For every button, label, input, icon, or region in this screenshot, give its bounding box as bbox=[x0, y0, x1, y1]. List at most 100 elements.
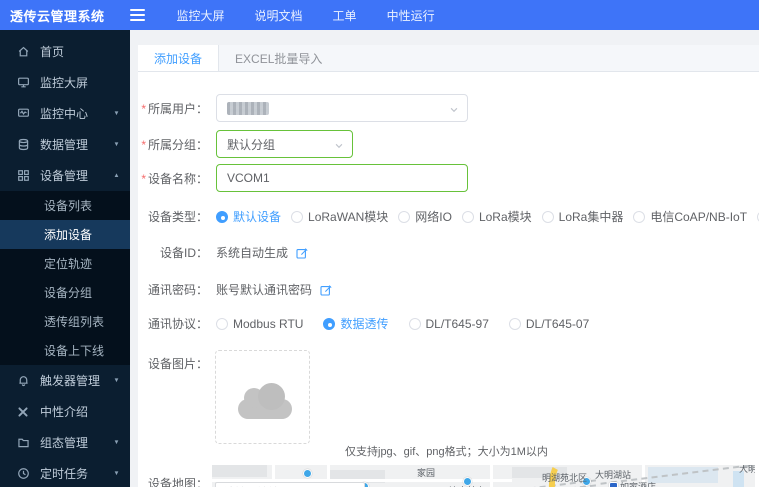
sidebar-item-label: 数据管理 bbox=[40, 138, 89, 152]
device-type-option-coap-nbiot[interactable]: 电信CoAP/NB-IoT bbox=[633, 208, 747, 225]
device-type-option-lora-concentrator[interactable]: LoRa集中器 bbox=[541, 208, 623, 225]
main-panel: 添加设备 EXCEL批量导入 * 所属用户： * 所属分组： 默认分组 * 设备… bbox=[138, 45, 759, 487]
sidebar-item-data-management[interactable]: 数据管理 ▼ bbox=[0, 129, 130, 160]
radio-icon bbox=[461, 210, 474, 223]
tools-icon bbox=[16, 405, 30, 419]
chevron-down-icon: ▼ bbox=[113, 439, 120, 446]
tabbar: 添加设备 EXCEL批量导入 bbox=[138, 45, 759, 72]
sidebar-item-label: 触发器管理 bbox=[40, 374, 101, 388]
database-icon bbox=[16, 138, 30, 152]
tab-excel-import[interactable]: EXCEL批量导入 bbox=[219, 45, 338, 71]
device-name-input[interactable]: VCOM1 bbox=[216, 164, 468, 192]
map-pin bbox=[303, 469, 312, 478]
chevron-down-icon bbox=[449, 104, 459, 118]
chevron-down-icon: ▼ bbox=[113, 110, 120, 117]
device-id-value: 系统自动生成 bbox=[216, 246, 289, 260]
device-type-option-network-io[interactable]: 网络IO bbox=[398, 208, 452, 225]
sidebar-item-passthrough-group-list[interactable]: 透传组列表 bbox=[0, 307, 130, 336]
sidebar-item-scheduled-tasks[interactable]: 定时任务 ▼ bbox=[0, 458, 130, 487]
device-name-value: VCOM1 bbox=[227, 171, 270, 185]
required-mark: * bbox=[141, 137, 146, 152]
device-type-label: 设备类型： bbox=[147, 210, 208, 224]
cloud-upload-icon bbox=[238, 383, 292, 419]
radio-icon bbox=[216, 317, 228, 330]
monitor-center-icon bbox=[16, 107, 30, 121]
device-name-label: * 设备名称： bbox=[141, 171, 208, 186]
device-type-radio-group: 默认设备 LoRaWAN模块 网络IO LoRa模块 LoRa集中器 电信CoA… bbox=[216, 208, 759, 225]
clock-icon bbox=[16, 467, 30, 481]
map-place-label: 明湖苑北区 bbox=[542, 473, 588, 483]
edit-icon[interactable] bbox=[296, 247, 308, 259]
sidebar-item-label: 监控大屏 bbox=[40, 76, 89, 90]
sidebar-item-scada-management[interactable]: 组态管理 ▼ bbox=[0, 427, 130, 458]
map-place-label: 大明府 bbox=[739, 465, 755, 474]
radio-icon bbox=[398, 210, 411, 223]
topnav-monitor-screen[interactable]: 监控大屏 bbox=[177, 7, 225, 24]
chevron-down-icon: ▼ bbox=[113, 377, 120, 384]
folder-icon bbox=[16, 436, 30, 450]
topnav-docs[interactable]: 说明文档 bbox=[255, 7, 303, 24]
device-id-label: 设备ID： bbox=[159, 246, 208, 260]
topnav-neutral-run[interactable]: 中性运行 bbox=[387, 7, 435, 24]
chevron-up-icon: ▲ bbox=[113, 172, 120, 179]
device-image-label: 设备图片： bbox=[147, 357, 208, 371]
radio-icon bbox=[541, 210, 554, 223]
add-device-form: * 所属用户： * 所属分组： 默认分组 * 设备名称： VCOM1 设备类型：… bbox=[138, 72, 759, 487]
device-type-option-default[interactable]: 默认设备 bbox=[216, 208, 281, 225]
sidebar-item-label: 设备管理 bbox=[40, 169, 89, 183]
map-pin bbox=[463, 477, 472, 486]
chevron-down-icon: ▼ bbox=[113, 141, 120, 148]
sidebar-item-device-list[interactable]: 设备列表 bbox=[0, 191, 130, 220]
radio-icon bbox=[291, 210, 304, 223]
topnav-work-order[interactable]: 工单 bbox=[333, 7, 357, 24]
protocol-option-dlt645-97[interactable]: DL/T645-97 bbox=[408, 317, 489, 331]
sidebar-item-label: 监控中心 bbox=[40, 107, 89, 121]
owner-label: * 所属用户： bbox=[141, 101, 208, 116]
protocol-radio-group: Modbus RTU 数据透传 DL/T645-97 DL/T645-07 bbox=[216, 315, 609, 332]
sidebar-item-monitor-center[interactable]: 监控中心 ▼ bbox=[0, 98, 130, 129]
sidebar: 首页 监控大屏 监控中心 ▼ 数据管理 ▼ 设备管理 ▲ 设备列表 添加设备 定… bbox=[0, 30, 130, 487]
app-title: 透传云管理系统 bbox=[10, 8, 105, 24]
device-image-upload[interactable] bbox=[215, 350, 310, 444]
radio-icon bbox=[508, 317, 521, 330]
map-street bbox=[490, 465, 493, 487]
map-place-label: 家园 bbox=[417, 468, 436, 478]
map-place-label: 大明湖站 bbox=[595, 470, 632, 480]
protocol-option-modbus-rtu[interactable]: Modbus RTU bbox=[216, 317, 303, 331]
sidebar-item-trigger-management[interactable]: 触发器管理 ▼ bbox=[0, 365, 130, 396]
device-map-label: 设备地图： bbox=[147, 477, 208, 487]
device-type-option-lorawan[interactable]: LoRaWAN模块 bbox=[291, 208, 388, 225]
tab-add-device[interactable]: 添加设备 bbox=[138, 45, 220, 71]
hamburger-menu-icon[interactable] bbox=[123, 0, 153, 30]
radio-icon bbox=[408, 317, 421, 330]
sidebar-item-device-management[interactable]: 设备管理 ▲ bbox=[0, 160, 130, 191]
required-mark: * bbox=[141, 101, 146, 116]
group-select[interactable]: 默认分组 bbox=[216, 130, 353, 158]
owner-redacted-value bbox=[227, 101, 269, 115]
sidebar-item-location-track[interactable]: 定位轨迹 bbox=[0, 249, 130, 278]
sidebar-item-label: 组态管理 bbox=[40, 436, 89, 450]
sidebar-item-add-device[interactable]: 添加设备 bbox=[0, 220, 130, 249]
map-place-label: 如家酒店 bbox=[620, 482, 657, 487]
protocol-option-data-passthrough[interactable]: 数据透传 bbox=[323, 315, 389, 332]
device-type-option-lora-module[interactable]: LoRa模块 bbox=[461, 208, 532, 225]
required-mark: * bbox=[141, 171, 146, 186]
edit-icon[interactable] bbox=[320, 284, 332, 296]
home-icon bbox=[16, 45, 30, 59]
radio-icon bbox=[633, 210, 646, 223]
topbar-menu: 监控大屏 说明文档 工单 中性运行 bbox=[177, 7, 435, 24]
sidebar-item-device-group[interactable]: 设备分组 bbox=[0, 278, 130, 307]
device-map[interactable]: 家园 花园小区 济南梦启 青年创业园 明湖苑北区 大明湖站 如家酒店 白鹤精品 … bbox=[212, 465, 755, 487]
owner-select[interactable] bbox=[216, 94, 468, 122]
sidebar-item-device-online-offline[interactable]: 设备上下线 bbox=[0, 336, 130, 365]
comm-password-value: 账号默认通讯密码 bbox=[216, 283, 313, 297]
map-address-search-input[interactable] bbox=[215, 482, 365, 487]
bell-icon bbox=[16, 374, 30, 388]
sidebar-item-neutral-intro[interactable]: 中性介绍 bbox=[0, 396, 130, 427]
sidebar-item-home[interactable]: 首页 bbox=[0, 36, 130, 67]
screen-icon bbox=[16, 76, 30, 90]
protocol-option-dlt645-07[interactable]: DL/T645-07 bbox=[508, 317, 589, 331]
protocol-label: 通讯协议： bbox=[147, 317, 208, 331]
comm-password-label: 通讯密码： bbox=[147, 283, 208, 297]
sidebar-item-monitor-screen[interactable]: 监控大屏 bbox=[0, 67, 130, 98]
